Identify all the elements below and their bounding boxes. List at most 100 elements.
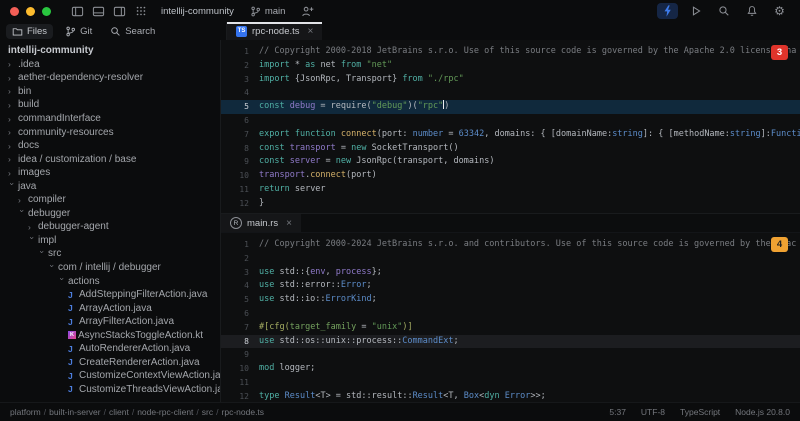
line-number[interactable]: 8 — [221, 335, 259, 349]
ai-assistant-icon[interactable] — [657, 3, 678, 19]
code-with-me-icon[interactable] — [297, 3, 318, 19]
line-number[interactable]: 12 — [221, 197, 259, 211]
window-minimize-button[interactable] — [26, 6, 35, 16]
window-close-button[interactable] — [10, 6, 19, 16]
tree-item[interactable]: J CustomizeContextViewAction.java — [0, 369, 220, 383]
tree-item[interactable]: › com / intellij / debugger — [0, 261, 220, 275]
line-number[interactable]: 6 — [221, 114, 259, 128]
code-line[interactable]: 3 use std::{env, process}; — [221, 266, 800, 280]
run-icon[interactable] — [685, 3, 706, 19]
tree-item[interactable]: J AddSteppingFilterAction.java — [0, 288, 220, 302]
tree-item[interactable]: K AsyncStacksToggleAction.kt — [0, 328, 220, 342]
line-number[interactable]: 2 — [221, 252, 259, 266]
tree-item[interactable]: › impl — [0, 234, 220, 248]
tree-item[interactable]: › aether-dependency-resolver — [0, 71, 220, 85]
tree-root[interactable]: intellij-community — [0, 44, 220, 58]
breadcrumb-item[interactable]: src — [202, 407, 213, 417]
tree-item[interactable]: J ArrayFilterAction.java — [0, 315, 220, 329]
project-name[interactable]: intellij-community — [161, 6, 234, 17]
tree-item[interactable]: › commandInterface — [0, 112, 220, 126]
tree-item[interactable]: › community-resources — [0, 125, 220, 139]
code-line[interactable]: 9 const server = new JsonRpc(transport, … — [221, 155, 800, 169]
notifications-bell-icon[interactable] — [741, 3, 762, 19]
code-line[interactable]: 2 import * as net from "net" — [221, 59, 800, 73]
status-runtime-version[interactable]: Node.js 20.8.0 — [735, 407, 790, 417]
editor-tab-main-rs[interactable]: R main.rs × — [221, 214, 301, 232]
editor-tab-rpc-node-ts[interactable]: TS rpc-node.ts × — [227, 22, 323, 40]
tree-item[interactable]: › java — [0, 179, 220, 193]
line-number[interactable]: 11 — [221, 376, 259, 390]
code-line[interactable]: 4 — [221, 86, 800, 100]
tree-item[interactable]: › .idea — [0, 58, 220, 72]
line-number[interactable]: 3 — [221, 73, 259, 87]
status-cursor-position[interactable]: 5:37 — [609, 407, 626, 417]
line-number[interactable]: 1 — [221, 238, 259, 252]
tool-windows-grid-icon[interactable] — [130, 3, 151, 19]
tree-item[interactable]: J CreateRendererAction.java — [0, 356, 220, 370]
line-number[interactable]: 4 — [221, 279, 259, 293]
window-zoom-button[interactable] — [42, 6, 51, 16]
toggle-right-panel-icon[interactable] — [109, 3, 130, 19]
code-line[interactable]: 7 #[cfg(target_family = "unix")] — [221, 321, 800, 335]
tree-item[interactable]: › images — [0, 166, 220, 180]
line-number[interactable]: 5 — [221, 100, 259, 114]
tree-item[interactable]: J AutoRendererAction.java — [0, 342, 220, 356]
line-number[interactable]: 2 — [221, 59, 259, 73]
line-number[interactable]: 8 — [221, 142, 259, 156]
code-line[interactable]: 4 use std::error::Error; — [221, 279, 800, 293]
code-line[interactable]: 5 const debug = require("debug")("rpc") — [221, 100, 800, 114]
breadcrumb-item[interactable]: client — [109, 407, 129, 417]
code-line[interactable]: 11 — [221, 376, 800, 390]
code-line[interactable]: 11 return server — [221, 183, 800, 197]
breadcrumb-item[interactable]: platform — [10, 407, 41, 417]
settings-gear-icon[interactable]: ⚙ — [769, 3, 790, 19]
line-number[interactable]: 4 — [221, 86, 259, 100]
search-everywhere-icon[interactable] — [713, 3, 734, 19]
tree-item[interactable]: J CustomizeThreadsViewAction.java — [0, 383, 220, 397]
code-line[interactable]: 1// Copyright 2000-2018 JetBrains s.r.o.… — [221, 45, 800, 59]
code-line[interactable]: 10 mod logger; — [221, 362, 800, 376]
sidebar-tab-search[interactable]: Search — [104, 24, 161, 39]
code-line[interactable]: 7 export function connect(port: number = … — [221, 128, 800, 142]
code-line[interactable]: 5 use std::io::ErrorKind; — [221, 293, 800, 307]
tree-item[interactable]: J ArrayAction.java — [0, 301, 220, 315]
line-number[interactable]: 7 — [221, 321, 259, 335]
code-line[interactable]: 3 import {JsonRpc, Transport} from "./rpc… — [221, 73, 800, 87]
toggle-left-panel-icon[interactable] — [67, 3, 88, 19]
close-tab-icon[interactable]: × — [308, 26, 314, 37]
sidebar-tab-git[interactable]: Git — [59, 24, 98, 39]
line-number[interactable]: 1 — [221, 45, 259, 59]
code-line[interactable]: 6 — [221, 307, 800, 321]
sidebar-tab-files[interactable]: Files — [6, 23, 54, 39]
line-number[interactable]: 11 — [221, 183, 259, 197]
tree-item[interactable]: › docs — [0, 139, 220, 153]
tree-item[interactable]: › compiler — [0, 193, 220, 207]
git-branch-widget[interactable]: main — [250, 6, 285, 17]
line-number[interactable]: 3 — [221, 266, 259, 280]
line-number[interactable]: 10 — [221, 362, 259, 376]
code-line[interactable]: 8 const transport = new SocketTransport(… — [221, 142, 800, 156]
tree-item[interactable]: › debugger-agent — [0, 220, 220, 234]
code-line[interactable]: 9 — [221, 348, 800, 362]
code-line[interactable]: 12} — [221, 197, 800, 211]
tree-item[interactable]: › debugger — [0, 207, 220, 221]
breadcrumb-item[interactable]: node-rpc-client — [137, 407, 193, 417]
tree-item[interactable]: › actions — [0, 274, 220, 288]
line-number[interactable]: 5 — [221, 293, 259, 307]
code-line[interactable]: 2 — [221, 252, 800, 266]
tree-item[interactable]: › idea / customization / base — [0, 152, 220, 166]
line-number[interactable]: 6 — [221, 307, 259, 321]
toggle-bottom-panel-icon[interactable] — [88, 3, 109, 19]
tree-item[interactable]: › build — [0, 98, 220, 112]
status-encoding[interactable]: UTF-8 — [641, 407, 665, 417]
code-line[interactable]: 10 transport.connect(port) — [221, 169, 800, 183]
code-line[interactable]: 6 — [221, 114, 800, 128]
line-number[interactable]: 7 — [221, 128, 259, 142]
line-number[interactable]: 9 — [221, 155, 259, 169]
code-line[interactable]: 1// Copyright 2000-2024 JetBrains s.r.o.… — [221, 238, 800, 252]
tree-item[interactable]: › src — [0, 247, 220, 261]
status-language[interactable]: TypeScript — [680, 407, 720, 417]
line-number[interactable]: 9 — [221, 348, 259, 362]
close-tab-icon[interactable]: × — [286, 218, 292, 229]
tree-item[interactable]: › bin — [0, 85, 220, 99]
